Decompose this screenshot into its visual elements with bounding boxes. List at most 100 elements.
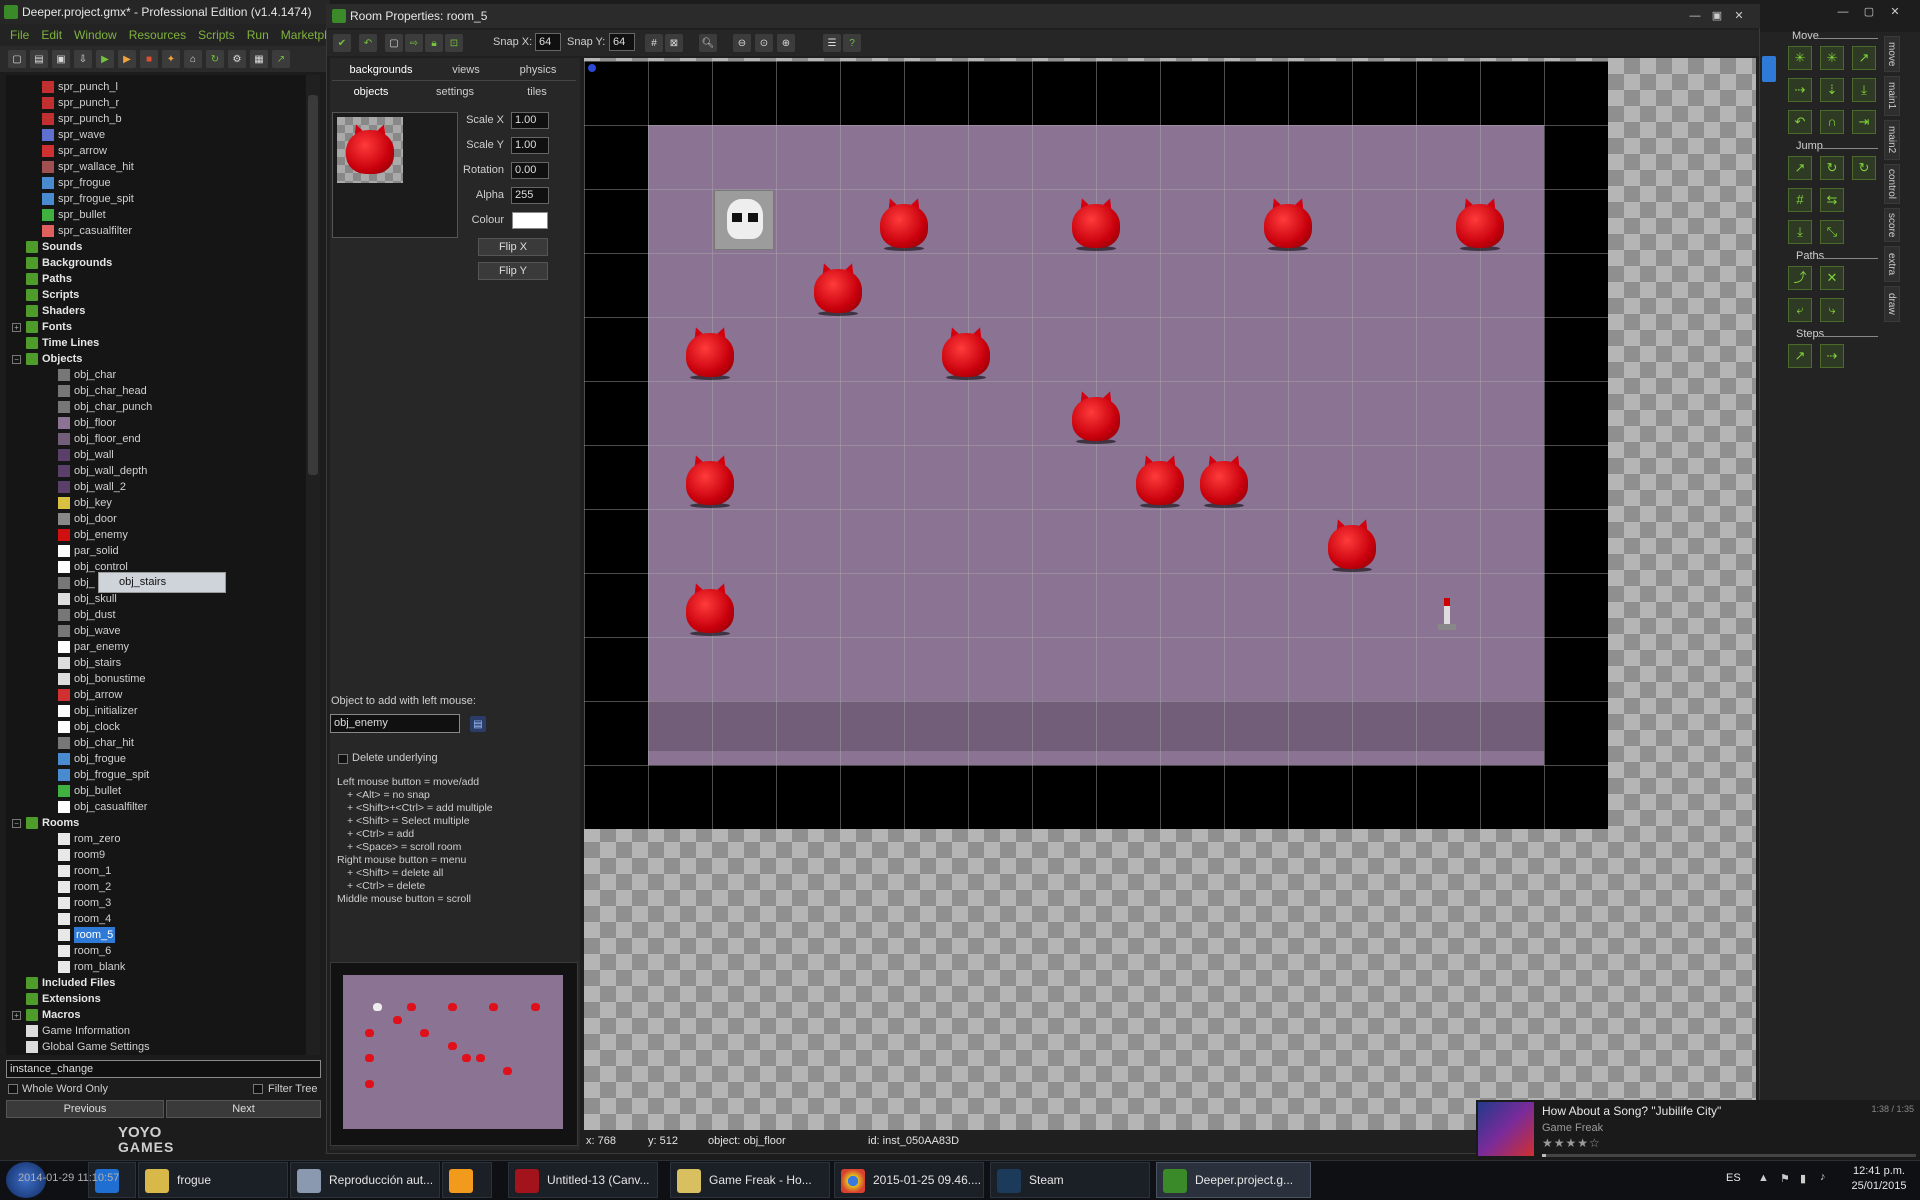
taskbar-media[interactable]	[442, 1162, 492, 1198]
taskbar-gamefreak[interactable]: Game Freak - Ho...	[670, 1162, 830, 1198]
whole-word-checkbox[interactable]	[8, 1084, 18, 1094]
scale-y-input[interactable]: 1.00	[511, 137, 549, 154]
tab-backgrounds[interactable]: backgrounds	[340, 64, 422, 76]
move-towards-icon[interactable]: ↗	[1852, 46, 1876, 70]
grid-toggle-icon[interactable]: #	[645, 34, 663, 52]
flag-icon[interactable]: ⚑	[1780, 1172, 1790, 1185]
image-icon[interactable]: ▦	[250, 50, 268, 68]
taskbar-autoplay[interactable]: Reproducción aut...	[290, 1162, 440, 1198]
snap-x-input[interactable]: 64	[535, 33, 561, 51]
taskbar-chrome[interactable]: 2015-01-25 09.46....	[834, 1162, 984, 1198]
actions-maximize-icon[interactable]: ▢	[1862, 6, 1876, 18]
snap-y-input[interactable]: 64	[609, 33, 635, 51]
rotation-input[interactable]: 0.00	[511, 162, 549, 179]
taskbar-flash[interactable]: Untitled-13 (Canv...	[508, 1162, 658, 1198]
set-gravity-icon[interactable]: ⤓	[1852, 78, 1876, 102]
menu-resources[interactable]: Resources	[129, 28, 186, 42]
speed-vertical-icon[interactable]: ⇣	[1820, 78, 1844, 102]
filter-tree-checkbox[interactable]	[253, 1084, 263, 1094]
vtab-move[interactable]: move	[1884, 36, 1900, 72]
instance-enemy[interactable]	[810, 261, 866, 317]
language-indicator[interactable]: ES	[1726, 1172, 1741, 1184]
reverse-vertical-icon[interactable]: ∩	[1820, 110, 1844, 134]
instance-enemy[interactable]	[1068, 389, 1124, 445]
instance-enemy[interactable]	[938, 325, 994, 381]
path-position-icon[interactable]: ⤶	[1788, 298, 1812, 322]
menu-scripts[interactable]: Scripts	[198, 28, 235, 42]
alpha-input[interactable]: 255	[511, 187, 549, 204]
now-playing-notification[interactable]: How About a Song? "Jubilife City" Game F…	[1476, 1100, 1920, 1160]
minimap-room-preview[interactable]	[343, 975, 563, 1129]
debug-icon[interactable]: ▶	[118, 50, 136, 68]
resource-search-input[interactable]: instance_change	[6, 1060, 321, 1078]
maximize-icon[interactable]: ▣	[1710, 10, 1724, 22]
tab-tiles[interactable]: tiles	[514, 86, 560, 98]
end-path-icon[interactable]: ✕	[1820, 266, 1844, 290]
set-friction-icon[interactable]: ⇥	[1852, 110, 1876, 134]
align-to-grid-icon[interactable]: #	[1788, 188, 1812, 212]
tree-scrollbar[interactable]	[306, 75, 320, 1055]
show-dropdown-icon[interactable]: 🔍︎	[699, 34, 717, 52]
publish-icon[interactable]: ↗	[272, 50, 290, 68]
shift-icon[interactable]: ⇨	[405, 34, 423, 52]
menu-window[interactable]: Window	[74, 28, 117, 42]
bounce-icon[interactable]: ⤡	[1820, 220, 1844, 244]
clean-icon[interactable]: ✦	[162, 50, 180, 68]
volume-icon[interactable]: ♪	[1820, 1171, 1826, 1183]
lock-icon[interactable]: 🔒︎	[425, 34, 443, 52]
vtab-main2[interactable]: main2	[1884, 120, 1900, 160]
open-project-icon[interactable]: ▤	[30, 50, 48, 68]
song-rating[interactable]: ★★★★☆	[1542, 1136, 1601, 1150]
save-project-icon[interactable]: ▣	[52, 50, 70, 68]
flip-x-button[interactable]: Flip X	[478, 238, 548, 256]
menu-edit[interactable]: Edit	[41, 28, 62, 42]
vtab-draw[interactable]: draw	[1884, 286, 1900, 322]
colour-swatch[interactable]	[512, 212, 548, 229]
instance-enemy[interactable]	[682, 325, 738, 381]
object-to-add-field[interactable]: obj_enemy	[330, 714, 460, 733]
instance-enemy[interactable]	[1068, 196, 1124, 252]
tray-expand-icon[interactable]: ▲	[1758, 1172, 1769, 1184]
wrap-screen-icon[interactable]: ⇆	[1820, 188, 1844, 212]
move-to-contact-icon[interactable]: ⤓	[1788, 220, 1812, 244]
expand-toggle-icon[interactable]: +	[12, 323, 21, 332]
zoom-out-icon[interactable]: ⊖	[733, 34, 751, 52]
actions-minimize-icon[interactable]: —	[1836, 6, 1850, 18]
instance-enemy[interactable]	[876, 196, 932, 252]
delete-underlying-checkbox[interactable]	[338, 754, 348, 764]
expand-toggle-icon[interactable]: +	[12, 1011, 21, 1020]
new-project-icon[interactable]: ▢	[8, 50, 26, 68]
create-exe-icon[interactable]: ⌂	[184, 50, 202, 68]
move-fixed-icon[interactable]: ✳	[1788, 46, 1812, 70]
step-towards-icon[interactable]: ↗	[1788, 344, 1812, 368]
actions-close-icon[interactable]: ✕	[1888, 6, 1902, 18]
unlock-icon[interactable]: ⊡	[445, 34, 463, 52]
vtab-control[interactable]: control	[1884, 164, 1900, 204]
jump-to-position-icon[interactable]: ↗	[1788, 156, 1812, 180]
instance-enemy[interactable]	[1132, 453, 1188, 509]
undo-icon[interactable]: ↶	[359, 34, 377, 52]
help-icon[interactable]: ?	[843, 34, 861, 52]
instance-stairs-marker[interactable]	[1436, 598, 1456, 634]
export-icon[interactable]: ⇩	[74, 50, 92, 68]
tab-objects[interactable]: objects	[344, 86, 398, 98]
menu-run[interactable]: Run	[247, 28, 269, 42]
minimize-icon[interactable]: —	[1688, 10, 1702, 22]
taskbar-frogue[interactable]: frogue	[138, 1162, 288, 1198]
expand-toggle-icon[interactable]: −	[12, 819, 21, 828]
list-view-icon[interactable]: ☰	[823, 34, 841, 52]
jump-to-random-icon[interactable]: ↻	[1852, 156, 1876, 180]
instance-enemy[interactable]	[682, 453, 738, 509]
close-icon[interactable]: ✕	[1732, 10, 1746, 22]
instance-enemy[interactable]	[1324, 517, 1380, 573]
move-free-icon[interactable]: ✳	[1820, 46, 1844, 70]
instance-skull[interactable]	[714, 190, 774, 250]
zoom-reset-icon[interactable]: ⊙	[755, 34, 773, 52]
previous-button[interactable]: Previous	[6, 1100, 164, 1118]
stop-icon[interactable]: ■	[140, 50, 158, 68]
isometric-grid-icon[interactable]: ⊠	[665, 34, 683, 52]
taskbar-gamemaker[interactable]: Deeper.project.g...	[1156, 1162, 1311, 1198]
instance-enemy[interactable]	[1452, 196, 1508, 252]
confirm-check-icon[interactable]: ✔	[333, 34, 351, 52]
vtab-main1[interactable]: main1	[1884, 76, 1900, 116]
